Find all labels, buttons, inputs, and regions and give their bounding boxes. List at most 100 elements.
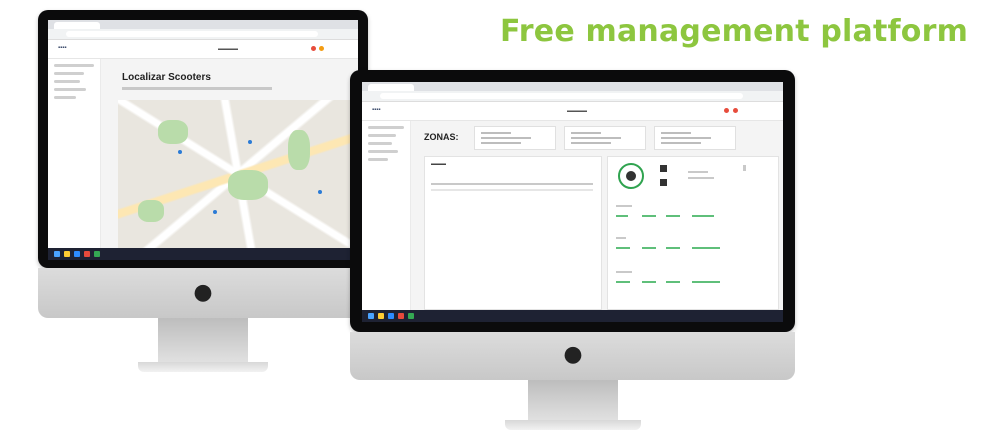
map-park <box>138 200 164 222</box>
metric-value <box>616 215 628 217</box>
sidebar-item[interactable] <box>54 96 76 99</box>
page-title: Localizar Scooters <box>122 72 211 83</box>
metric-value <box>616 247 630 249</box>
scooter-icon <box>626 171 636 181</box>
sidebar-item[interactable] <box>54 80 80 83</box>
sidebar-item[interactable] <box>368 150 398 153</box>
browser-tab[interactable] <box>54 22 100 29</box>
browser-tab[interactable] <box>368 84 414 91</box>
zone-card-line <box>661 137 711 139</box>
start-icon[interactable] <box>54 251 60 257</box>
status-chip-icon <box>660 179 667 186</box>
scooter-map[interactable] <box>118 100 358 248</box>
app-header: ▪▪▪▪ ▬▬▬▬ <box>48 40 358 59</box>
sidebar-item[interactable] <box>54 88 86 91</box>
group-label <box>616 205 632 207</box>
right-monitor: ▪▪▪▪ ▬▬▬▬ ZONAS: ▬▬▬ ● <box>350 70 800 435</box>
metric-value <box>642 281 656 283</box>
scooter-pin-icon[interactable] <box>178 150 182 154</box>
group-label <box>616 237 626 239</box>
metric-value <box>692 215 714 217</box>
page-subtitle <box>122 87 272 90</box>
browser-tab-bar <box>362 82 783 91</box>
taskbar-app-icon[interactable] <box>408 313 414 319</box>
sidebar-item[interactable] <box>368 134 396 137</box>
user-icon[interactable] <box>733 108 738 113</box>
metric-value <box>692 247 720 249</box>
sidebar <box>48 59 101 248</box>
address-field[interactable] <box>380 93 743 99</box>
metric-value <box>666 247 680 249</box>
taskbar-app-icon[interactable] <box>388 313 394 319</box>
sidebar-item[interactable] <box>54 72 84 75</box>
status-chip-icon <box>660 165 667 172</box>
zone-card[interactable] <box>564 126 646 150</box>
zone-card-line <box>481 132 511 134</box>
table-header-line <box>431 183 593 185</box>
taskbar-app-icon[interactable] <box>398 313 404 319</box>
taskbar-app-icon[interactable] <box>64 251 70 257</box>
metric-value <box>642 215 656 217</box>
notification-icon[interactable] <box>311 46 316 51</box>
start-icon[interactable] <box>368 313 374 319</box>
windows-taskbar <box>362 310 783 322</box>
zone-card-line <box>571 142 611 144</box>
detail-line <box>688 171 708 173</box>
notification-icon[interactable] <box>724 108 729 113</box>
map-park <box>288 130 310 170</box>
list-panel: ▬▬▬ <box>424 156 602 310</box>
apple-logo-icon: ● <box>563 342 583 367</box>
windows-taskbar <box>48 248 358 260</box>
app-header: ▪▪▪▪ ▬▬▬▬ <box>362 102 783 121</box>
metric-value <box>616 281 630 283</box>
map-park <box>158 120 188 144</box>
browser-url-bar <box>362 91 783 102</box>
app-logo: ▪▪▪▪ <box>372 107 381 113</box>
zone-card-line <box>661 142 701 144</box>
zone-card[interactable] <box>474 126 556 150</box>
sidebar-item[interactable] <box>368 158 388 161</box>
panel-title-placeholder: ▬▬▬ <box>431 161 446 167</box>
address-field[interactable] <box>66 31 318 37</box>
right-monitor-stand <box>528 380 618 422</box>
app-logo: ▪▪▪▪ <box>58 45 67 51</box>
apple-logo-icon: ● <box>193 280 213 305</box>
metric-value <box>692 281 720 283</box>
zone-card-line <box>481 137 531 139</box>
scooter-pin-icon[interactable] <box>248 140 252 144</box>
sidebar-item[interactable] <box>54 64 94 67</box>
taskbar-app-icon[interactable] <box>378 313 384 319</box>
zone-card[interactable] <box>654 126 736 150</box>
sidebar-item[interactable] <box>368 142 392 145</box>
taskbar-app-icon[interactable] <box>84 251 90 257</box>
sidebar <box>362 121 411 310</box>
map-park <box>228 170 268 200</box>
browser-url-bar <box>48 29 358 40</box>
scooter-avatar <box>618 163 644 189</box>
left-monitor-screen: ▪▪▪▪ ▬▬▬▬ Localizar Scooters <box>48 20 358 260</box>
zone-card-line <box>661 132 691 134</box>
right-monitor-foot <box>505 420 641 430</box>
group-label <box>616 271 632 273</box>
left-monitor-stand <box>158 318 248 364</box>
detail-line <box>688 177 714 179</box>
zone-card-line <box>481 142 521 144</box>
scooter-pin-icon[interactable] <box>213 210 217 214</box>
browser-tab-bar <box>48 20 358 29</box>
scooter-pin-icon[interactable] <box>318 190 322 194</box>
metric-value <box>666 281 680 283</box>
left-monitor-foot <box>138 362 268 372</box>
header-title-placeholder: ▬▬▬▬ <box>218 46 238 52</box>
user-icon[interactable] <box>319 46 324 51</box>
detail-line <box>743 165 746 171</box>
sidebar-item[interactable] <box>368 126 404 129</box>
zone-card-line <box>571 132 601 134</box>
header-title-placeholder: ▬▬▬▬ <box>567 108 587 114</box>
metric-value <box>642 247 656 249</box>
taskbar-app-icon[interactable] <box>94 251 100 257</box>
taskbar-app-icon[interactable] <box>74 251 80 257</box>
detail-panel <box>607 156 779 310</box>
zone-card-line <box>571 137 621 139</box>
headline: Free management platform <box>500 14 969 49</box>
section-heading: ZONAS: <box>424 132 459 142</box>
